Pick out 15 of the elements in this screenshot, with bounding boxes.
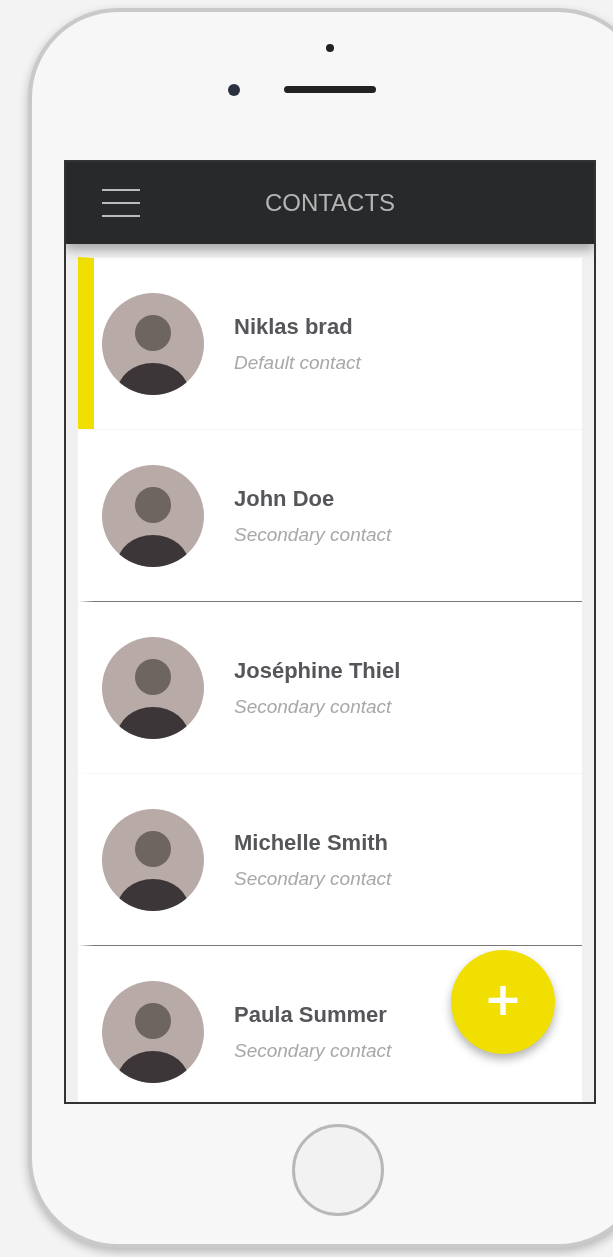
camera-dot	[326, 44, 334, 52]
contact-name: Paula Summer	[234, 1001, 388, 1028]
header-title: CONTACTS	[263, 189, 397, 217]
contact-name: Joséphine Thiel	[234, 657, 401, 684]
menu-icon[interactable]	[102, 188, 140, 218]
contact-name: Niklas brad	[234, 313, 354, 340]
contact-type: Secondary contact	[234, 695, 393, 718]
front-camera-lens	[228, 84, 240, 96]
contact-type: Secondary contact	[234, 1039, 392, 1062]
contact-type: Secondary contact	[234, 867, 392, 890]
contact-type: Secondary contact	[234, 523, 392, 546]
contact-name: Michelle Smith	[234, 829, 390, 856]
contact-type: Default contact	[234, 351, 361, 374]
contact-row[interactable]: Niklas brad Default contact	[78, 257, 582, 429]
contact-name: John Doe	[234, 485, 336, 512]
